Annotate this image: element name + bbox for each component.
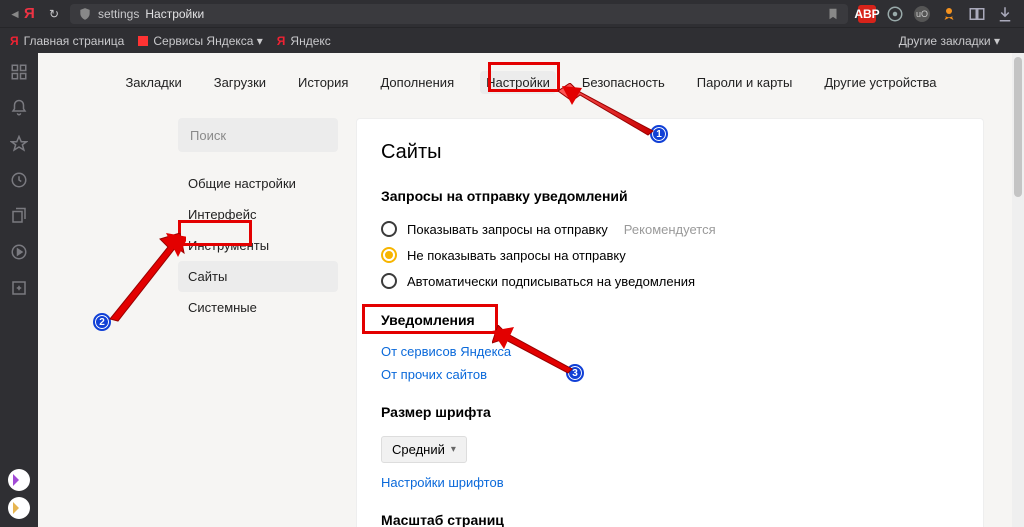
bookmark-services[interactable]: Сервисы Яндекса ▾ (138, 34, 262, 48)
tab-settings[interactable]: Настройки (480, 71, 556, 94)
sidebar-item-general[interactable]: Общие настройки (178, 168, 338, 199)
sidebar-item-system[interactable]: Системные (178, 292, 338, 323)
radio-auto-subscribe[interactable]: Автоматически подписываться на уведомлен… (381, 268, 959, 294)
download-icon[interactable] (996, 5, 1014, 23)
bookmark-home[interactable]: ЯГлавная страница (10, 34, 124, 48)
abp-icon[interactable]: ABP (858, 5, 876, 23)
browser-top-bar: ◄ Я ↻ settings Настройки ABP uO (0, 0, 1024, 27)
ok-social-icon[interactable] (940, 5, 958, 23)
radio-icon (381, 221, 397, 237)
shield-icon (78, 7, 92, 21)
ublock-icon[interactable]: uO (914, 6, 930, 22)
section-notification-requests: Запросы на отправку уведомлений (381, 188, 959, 204)
bookmark-label: Главная страница (24, 34, 125, 48)
section-font-size: Размер шрифта (381, 404, 959, 420)
bookmark-flag-icon[interactable] (826, 7, 840, 21)
radio-label: Не показывать запросы на отправку (407, 248, 626, 263)
dropdown-value: Средний (392, 442, 445, 457)
reload-icon[interactable]: ↻ (44, 7, 64, 21)
tab-bookmarks[interactable]: Закладки (119, 71, 187, 94)
address-bar[interactable]: settings Настройки (70, 4, 848, 24)
settings-tabs: Закладки Загрузки История Дополнения Нас… (38, 53, 1024, 118)
bookmark-label: Сервисы Яндекса ▾ (153, 34, 262, 48)
settings-panel: Сайты Запросы на отправку уведомлений По… (356, 118, 984, 527)
bookmark-label: Другие закладки ▾ (899, 34, 1000, 48)
yandex-logo-icon[interactable]: Я (24, 5, 44, 22)
radar-icon[interactable] (886, 5, 904, 23)
recommended-hint: Рекомендуется (624, 222, 716, 237)
annotation-badge-3: 3 (566, 364, 584, 382)
radio-label: Автоматически подписываться на уведомлен… (407, 274, 695, 289)
tab-downloads[interactable]: Загрузки (208, 71, 272, 94)
star-icon[interactable] (10, 135, 28, 153)
alice-secondary-icon[interactable] (8, 497, 30, 519)
scrollbar-thumb[interactable] (1014, 57, 1022, 197)
panels-icon[interactable] (968, 5, 986, 23)
history-icon[interactable] (10, 171, 28, 189)
bell-icon[interactable] (10, 99, 28, 117)
play-circle-icon[interactable] (10, 243, 28, 261)
left-rail (0, 53, 38, 527)
settings-content: Закладки Загрузки История Дополнения Нас… (38, 53, 1024, 527)
vertical-scrollbar[interactable] (1012, 53, 1024, 527)
chevron-down-icon: ▾ (451, 444, 456, 455)
radio-icon-selected (381, 247, 397, 263)
bookmarks-bar: ЯГлавная страница Сервисы Яндекса ▾ ЯЯнд… (0, 27, 1024, 53)
settings-search[interactable]: Поиск (178, 118, 338, 152)
tab-passwords[interactable]: Пароли и карты (691, 71, 799, 94)
bookmark-yandex[interactable]: ЯЯндекс (277, 34, 331, 48)
collections-icon[interactable] (10, 207, 28, 225)
annotation-badge-1: 1 (650, 125, 668, 143)
sidebar-item-interface[interactable]: Интерфейс (178, 199, 338, 230)
section-notifications: Уведомления (381, 312, 959, 328)
settings-sidebar: Поиск Общие настройки Интерфейс Инструме… (178, 118, 338, 527)
link-yandex-services-notifications[interactable]: От сервисов Яндекса (381, 340, 959, 363)
extension-icons: ABP uO (854, 5, 1018, 23)
link-font-settings[interactable]: Настройки шрифтов (381, 471, 959, 494)
section-page-zoom: Масштаб страниц (381, 512, 959, 527)
panel-title: Сайты (381, 141, 959, 164)
tab-other-devices[interactable]: Другие устройства (818, 71, 942, 94)
tab-security[interactable]: Безопасность (576, 71, 671, 94)
apps-grid-icon[interactable] (10, 63, 28, 81)
search-placeholder: Поиск (190, 128, 226, 143)
font-size-dropdown[interactable]: Средний ▾ (381, 436, 467, 463)
radio-show-requests[interactable]: Показывать запросы на отправку Рекоменду… (381, 216, 959, 242)
tab-history[interactable]: История (292, 71, 354, 94)
address-scheme: settings (98, 7, 139, 21)
radio-label: Показывать запросы на отправку (407, 222, 608, 237)
other-bookmarks[interactable]: Другие закладки ▾ (899, 34, 1000, 48)
alice-assistant-icon[interactable] (8, 469, 30, 491)
sidebar-item-sites[interactable]: Сайты (178, 261, 338, 292)
tab-addons[interactable]: Дополнения (374, 71, 460, 94)
link-other-sites-notifications[interactable]: От прочих сайтов (381, 363, 959, 386)
nav-back-icon[interactable]: ◄ (6, 7, 24, 21)
radio-icon (381, 273, 397, 289)
bookmark-label: Яндекс (290, 34, 330, 48)
sidebar-item-tools[interactable]: Инструменты (178, 230, 338, 261)
add-panel-icon[interactable] (10, 279, 28, 297)
annotation-badge-2: 2 (93, 313, 111, 331)
radio-hide-requests[interactable]: Не показывать запросы на отправку (381, 242, 959, 268)
address-title: Настройки (145, 7, 204, 21)
